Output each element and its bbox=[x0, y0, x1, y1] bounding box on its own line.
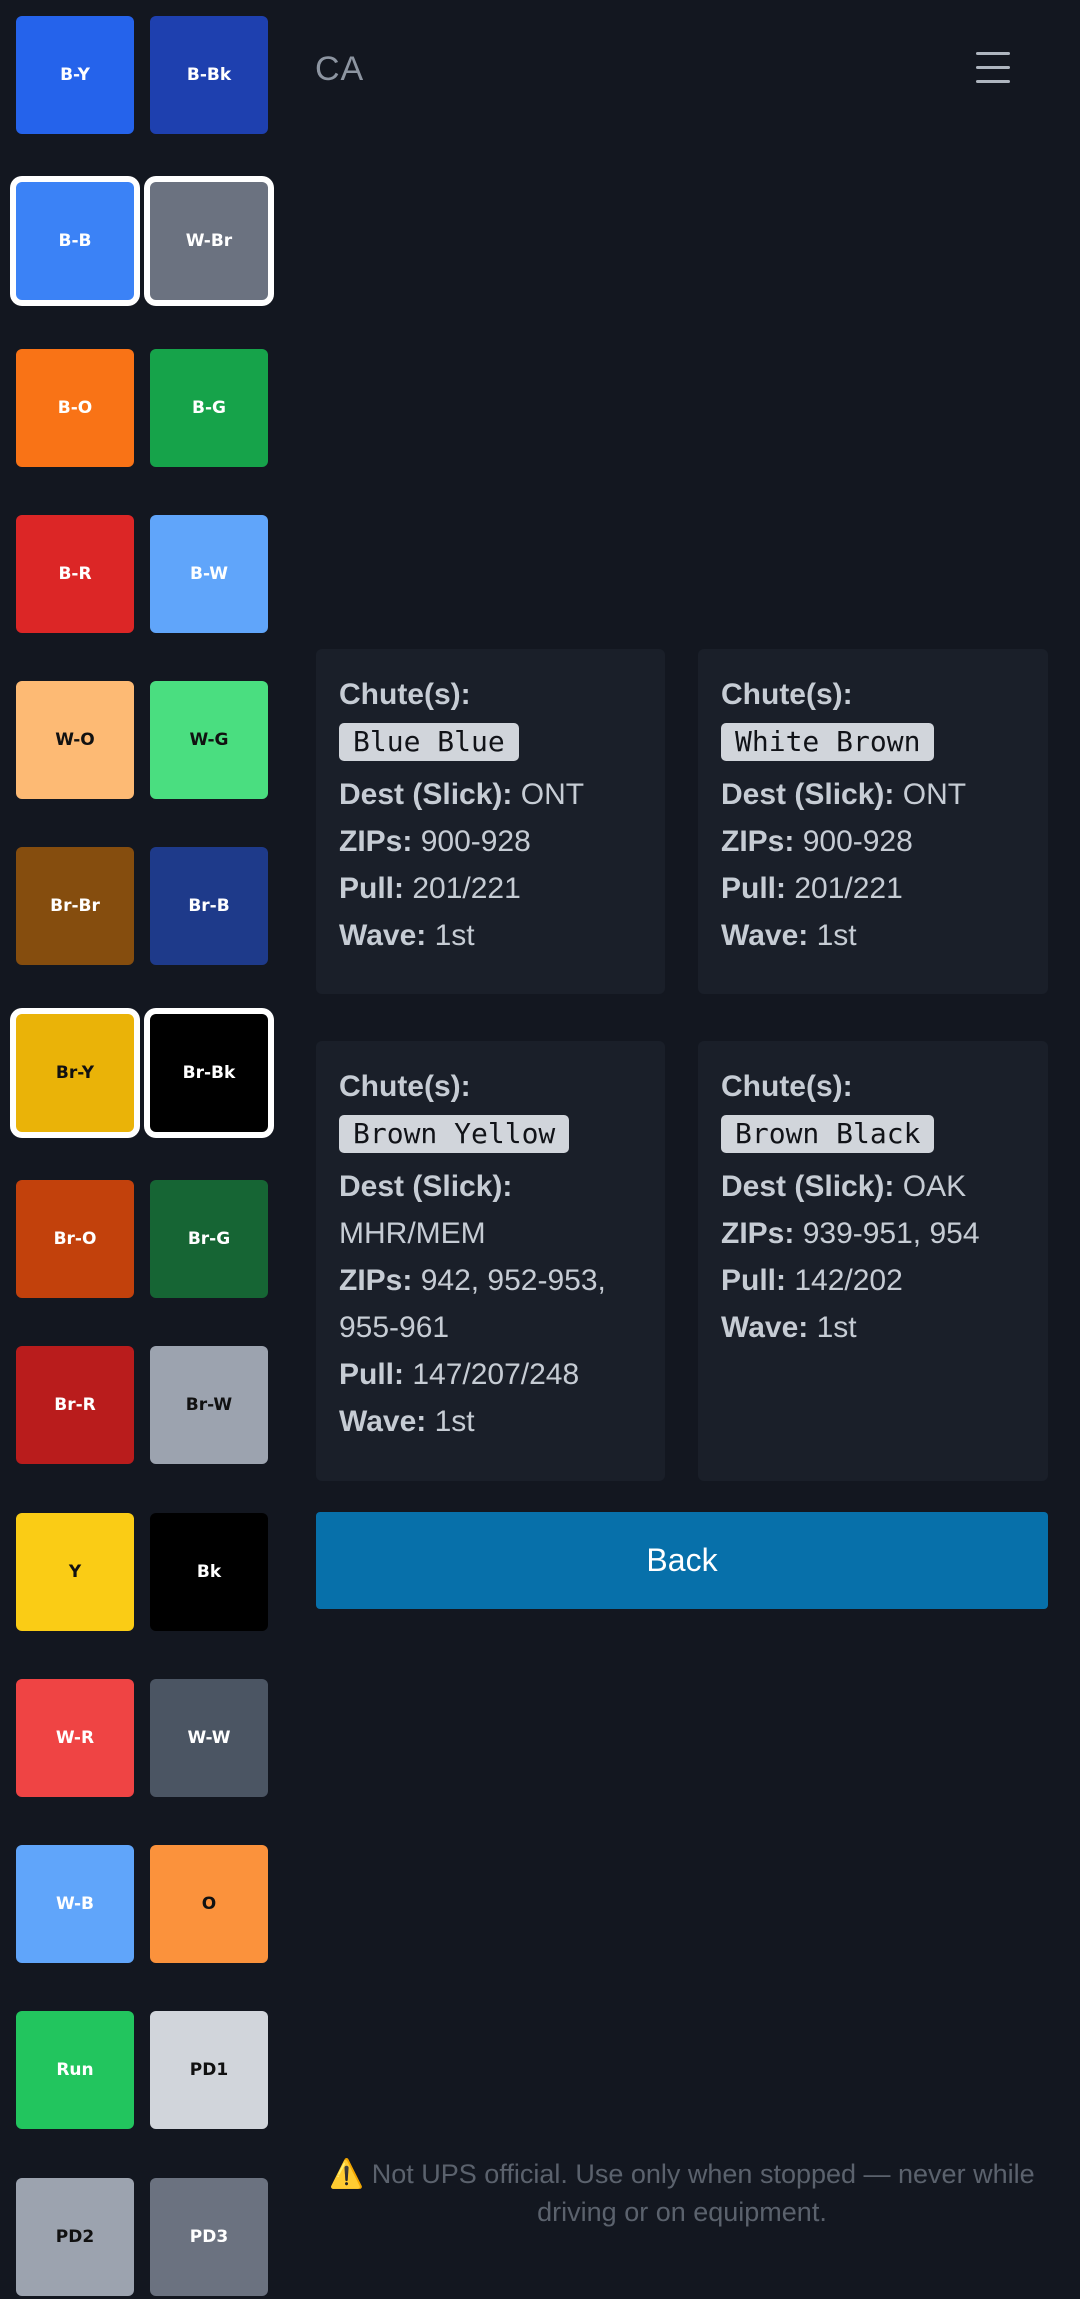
pull-value: 142/202 bbox=[794, 1264, 903, 1297]
dest-label: Dest (Slick): bbox=[721, 778, 895, 811]
pull-value: 201/221 bbox=[412, 872, 521, 905]
zips-label: ZIPs: bbox=[339, 825, 413, 858]
chute-tile-br-r[interactable]: Br-R bbox=[16, 1346, 134, 1465]
wave-row: Wave: 1st bbox=[339, 1398, 642, 1445]
disclaimer: ⚠️ Not UPS official. Use only when stopp… bbox=[316, 2155, 1048, 2231]
zips-label: ZIPs: bbox=[339, 1264, 413, 1297]
warning-icon: ⚠️ bbox=[329, 2158, 365, 2189]
chute-tile-br-b[interactable]: Br-B bbox=[150, 847, 268, 966]
zips-row: ZIPs: 942, 952-953, 955-961 bbox=[339, 1257, 642, 1351]
back-button[interactable]: Back bbox=[316, 1512, 1048, 1609]
page-title: CA bbox=[315, 50, 365, 88]
dest-label: Dest (Slick): bbox=[721, 1170, 895, 1203]
pull-row: Pull: 147/207/248 bbox=[339, 1351, 642, 1398]
wave-label: Wave: bbox=[339, 919, 427, 952]
zips-row: ZIPs: 900-928 bbox=[339, 818, 642, 865]
chute-tile-b-w[interactable]: B-W bbox=[150, 514, 268, 633]
chute-tile-b-bk[interactable]: B-Bk bbox=[150, 16, 268, 134]
zips-row: ZIPs: 939-951, 954 bbox=[721, 1210, 1025, 1257]
chute-label: Chute(s): bbox=[721, 678, 853, 711]
hamburger-menu-icon[interactable] bbox=[976, 52, 1010, 86]
zips-value: 900-928 bbox=[420, 825, 531, 858]
chute-tile-w-g[interactable]: W-G bbox=[150, 681, 268, 800]
chute-card-brown-black: Chute(s): Brown Black Dest (Slick): OAK … bbox=[698, 1041, 1048, 1481]
wave-value: 1st bbox=[434, 1405, 475, 1438]
chute-tile-br-w[interactable]: Br-W bbox=[150, 1346, 268, 1465]
chute-tile-grid: B-Y B-Bk B-B W-Br B-O B-G B-R B-W W-O W-G Br-Br Br-… bbox=[0, 0, 282, 2299]
dest-value: ONT bbox=[902, 778, 967, 811]
pull-row: Pull: 201/221 bbox=[339, 865, 642, 912]
dest-value: ONT bbox=[520, 778, 585, 811]
disclaimer-text: Not UPS official. Use only when stopped … bbox=[371, 2159, 1035, 2227]
pull-label: Pull: bbox=[721, 872, 786, 905]
chute-tile-br-br[interactable]: Br-Br bbox=[16, 847, 134, 966]
chute-tile-br-o[interactable]: Br-O bbox=[16, 1179, 134, 1298]
pull-label: Pull: bbox=[339, 1358, 404, 1391]
chute-tile-y[interactable]: Y bbox=[16, 1512, 134, 1631]
wave-row: Wave: 1st bbox=[721, 912, 1025, 959]
chute-tile-b-b[interactable]: B-B bbox=[16, 182, 134, 301]
chute-tile-w-b[interactable]: W-B bbox=[16, 1845, 134, 1964]
pull-value: 201/221 bbox=[794, 872, 903, 905]
chute-tile-w-r[interactable]: W-R bbox=[16, 1678, 134, 1797]
pull-value: 147/207/248 bbox=[412, 1358, 580, 1391]
dest-row: Dest (Slick): OAK bbox=[721, 1163, 1025, 1210]
wave-label: Wave: bbox=[721, 1311, 809, 1344]
chute-tile-b-r[interactable]: B-R bbox=[16, 514, 134, 633]
chute-tile-b-o[interactable]: B-O bbox=[16, 348, 134, 467]
chute-tile-o[interactable]: O bbox=[150, 1845, 268, 1964]
dest-label: Dest (Slick): bbox=[339, 778, 513, 811]
chute-tile-bk[interactable]: Bk bbox=[150, 1512, 268, 1631]
pull-row: Pull: 201/221 bbox=[721, 865, 1025, 912]
wave-label: Wave: bbox=[339, 1405, 427, 1438]
wave-value: 1st bbox=[816, 919, 857, 952]
chute-label: Chute(s): bbox=[721, 1070, 853, 1103]
dest-value: MHR/MEM bbox=[339, 1217, 486, 1250]
chute-name-badge: Brown Black bbox=[721, 1115, 935, 1153]
chute-label: Chute(s): bbox=[339, 678, 471, 711]
chute-tile-w-br[interactable]: W-Br bbox=[150, 182, 268, 301]
zips-row: ZIPs: 900-928 bbox=[721, 818, 1025, 865]
chute-tile-br-y[interactable]: Br-Y bbox=[16, 1013, 134, 1132]
zips-label: ZIPs: bbox=[721, 825, 795, 858]
chute-tile-w-o[interactable]: W-O bbox=[16, 681, 134, 800]
pull-label: Pull: bbox=[339, 872, 404, 905]
chute-name-badge: Brown Yellow bbox=[339, 1115, 570, 1153]
chute-tile-br-g[interactable]: Br-G bbox=[150, 1179, 268, 1298]
chute-tile-pd3[interactable]: PD3 bbox=[150, 2177, 268, 2296]
wave-value: 1st bbox=[816, 1311, 857, 1344]
chute-card-brown-yellow: Chute(s): Brown Yellow Dest (Slick): MHR… bbox=[316, 1041, 665, 1481]
dest-row: Dest (Slick): ONT bbox=[721, 771, 1025, 818]
wave-value: 1st bbox=[434, 919, 475, 952]
chute-tile-run[interactable]: Run bbox=[16, 2011, 134, 2130]
chute-card-blue-blue: Chute(s): Blue Blue Dest (Slick): ONT ZI… bbox=[316, 649, 665, 994]
pull-row: Pull: 142/202 bbox=[721, 1257, 1025, 1304]
chute-name-badge: Blue Blue bbox=[339, 723, 519, 761]
dest-row: Dest (Slick): ONT bbox=[339, 771, 642, 818]
chute-label: Chute(s): bbox=[339, 1070, 471, 1103]
wave-label: Wave: bbox=[721, 919, 809, 952]
chute-tile-pd2[interactable]: PD2 bbox=[16, 2177, 134, 2296]
chute-tile-b-g[interactable]: B-G bbox=[150, 348, 268, 467]
wave-row: Wave: 1st bbox=[339, 912, 642, 959]
zips-value: 939-951, 954 bbox=[802, 1217, 980, 1250]
chute-tile-b-y[interactable]: B-Y bbox=[16, 16, 134, 134]
zips-value: 900-928 bbox=[802, 825, 913, 858]
chute-tile-pd1[interactable]: PD1 bbox=[150, 2011, 268, 2130]
pull-label: Pull: bbox=[721, 1264, 786, 1297]
dest-label: Dest (Slick): bbox=[339, 1170, 513, 1203]
chute-card-white-brown: Chute(s): White Brown Dest (Slick): ONT … bbox=[698, 649, 1048, 994]
chute-name-badge: White Brown bbox=[721, 723, 935, 761]
chute-tile-br-bk[interactable]: Br-Bk bbox=[150, 1013, 268, 1132]
dest-value: OAK bbox=[902, 1170, 967, 1203]
dest-row: Dest (Slick): MHR/MEM bbox=[339, 1163, 642, 1257]
chute-tile-w-w[interactable]: W-W bbox=[150, 1678, 268, 1797]
wave-row: Wave: 1st bbox=[721, 1304, 1025, 1351]
zips-label: ZIPs: bbox=[721, 1217, 795, 1250]
